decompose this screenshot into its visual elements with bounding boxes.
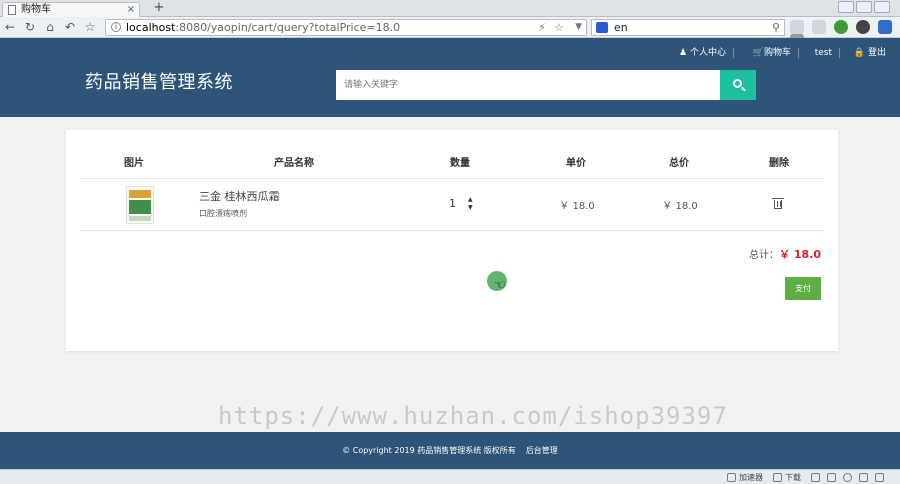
browser-tab[interactable]: 购物车 ×: [2, 2, 140, 17]
download-label[interactable]: 下载: [785, 472, 801, 483]
new-tab-button[interactable]: +: [150, 1, 168, 16]
profile-link-label: 个人中心: [689, 48, 726, 58]
browser-search-input[interactable]: en ⚲: [591, 19, 785, 36]
product-description: 口腔溃疡喷剂: [199, 209, 247, 218]
product-name[interactable]: 三金 桂林西瓜霜: [199, 188, 280, 204]
total-amount: ￥ 18.0: [779, 248, 821, 261]
search-engine-icon[interactable]: [596, 22, 608, 33]
product-image[interactable]: [126, 186, 154, 224]
column-header-total-price: 总价: [669, 158, 689, 169]
screenshot-icon[interactable]: [859, 473, 868, 482]
user-icon: ♟: [679, 48, 688, 58]
divider: [798, 48, 799, 58]
chevron-down-icon[interactable]: ▼: [575, 20, 582, 35]
accelerator-label[interactable]: 加速器: [739, 472, 763, 483]
extension-icon[interactable]: [790, 20, 804, 34]
info-icon: i: [111, 22, 121, 32]
browser-search-text: en: [614, 21, 628, 34]
sound-icon[interactable]: [843, 473, 852, 482]
hand-cursor-icon: ☜: [494, 278, 506, 293]
accelerator-icon[interactable]: [727, 473, 736, 482]
close-tab-icon[interactable]: ×: [127, 3, 135, 16]
cart-total: 总计：￥ 18.0: [749, 246, 821, 262]
minimize-icon[interactable]: [838, 1, 854, 13]
lock-icon: 🔒: [853, 48, 866, 58]
site-footer: © Copyright 2019 药品销售管理系统 版权所有 后台管理: [0, 432, 900, 469]
total-label: 总计：: [749, 250, 780, 261]
url-host: localhost: [126, 21, 176, 34]
increment-icon[interactable]: ▲: [468, 197, 473, 203]
window-icon[interactable]: [827, 473, 836, 482]
column-header-name: 产品名称: [274, 158, 314, 169]
browser-extensions: [790, 20, 900, 48]
unit-price: ￥ 18.0: [559, 201, 595, 212]
zoom-icon[interactable]: [811, 473, 820, 482]
browser-nav-bar: ← ↻ ⌂ ↶ ☆ i localhost:8080/yaopin/cart/q…: [0, 17, 900, 48]
back-icon[interactable]: ←: [2, 20, 18, 35]
undo-icon[interactable]: ↶: [62, 20, 78, 35]
quantity-stepper[interactable]: 1 ▲ ▼: [444, 194, 484, 214]
total-price: ￥ 18.0: [662, 201, 698, 212]
close-window-icon[interactable]: [874, 1, 890, 13]
pay-button[interactable]: 支付: [785, 277, 821, 300]
divider: [733, 48, 734, 58]
search-input[interactable]: [336, 70, 720, 100]
profile-extension-icon[interactable]: [878, 20, 892, 34]
extension-icon[interactable]: [812, 20, 826, 34]
username-link[interactable]: test: [815, 46, 832, 60]
address-bar[interactable]: i localhost:8080/yaopin/cart/query?total…: [105, 19, 587, 36]
divider: [79, 178, 825, 179]
site-header: ♟ 个人中心 🛒购物车 test 🔒 登出 药品销售管理系统: [0, 38, 900, 117]
brand-title[interactable]: 药品销售管理系统: [85, 68, 233, 94]
watermark: https://www.huzhan.com/ishop39397: [218, 402, 728, 430]
cart-link-label: 购物车: [763, 48, 791, 58]
quantity-value[interactable]: 1: [449, 197, 456, 210]
logout-link[interactable]: 🔒 登出: [854, 46, 886, 60]
page-icon: [8, 5, 16, 15]
maximize-icon[interactable]: [856, 1, 872, 13]
column-header-image: 图片: [124, 158, 144, 169]
download-icon[interactable]: [773, 473, 782, 482]
opera-extension-icon[interactable]: [856, 20, 870, 34]
url-path: :8080/yaopin/cart/query?totalPrice=18.0: [175, 21, 401, 34]
column-header-quantity: 数量: [450, 158, 470, 169]
tab-title: 购物车: [21, 4, 51, 15]
settings-icon[interactable]: [875, 473, 884, 482]
logout-link-label: 登出: [867, 48, 886, 58]
browser-tab-bar: 购物车 × +: [0, 0, 900, 17]
bookmark-star-icon[interactable]: ☆: [554, 20, 564, 35]
search-icon: [733, 79, 742, 88]
search-icon[interactable]: ⚲: [772, 20, 780, 35]
column-header-delete: 删除: [769, 158, 789, 169]
refresh-icon[interactable]: ↻: [22, 20, 38, 35]
browser-status-bar: 加速器 下载: [0, 469, 900, 484]
admin-link[interactable]: 后台管理: [526, 446, 558, 455]
column-header-unit-price: 单价: [566, 158, 586, 169]
copyright-text: © Copyright 2019 药品销售管理系统 版权所有: [342, 446, 516, 455]
favorite-icon[interactable]: ☆: [82, 20, 98, 35]
window-controls: [836, 1, 896, 15]
divider: [839, 48, 840, 58]
cart-icon: 🛒: [752, 48, 764, 58]
decrement-icon[interactable]: ▼: [468, 205, 473, 211]
cart-panel: 图片 产品名称 数量 单价 总价 删除 三金 桂林西瓜霜 口腔溃疡喷剂 1 ▲ …: [66, 130, 838, 351]
cart-link[interactable]: 🛒购物车: [753, 46, 791, 60]
search-button[interactable]: [720, 70, 756, 100]
divider: [79, 230, 825, 231]
trash-icon[interactable]: [772, 198, 784, 209]
flash-icon[interactable]: ⚡: [538, 20, 546, 35]
gear-extension-icon[interactable]: [834, 20, 848, 34]
home-icon[interactable]: ⌂: [42, 20, 58, 35]
profile-link[interactable]: ♟ 个人中心: [679, 46, 726, 60]
